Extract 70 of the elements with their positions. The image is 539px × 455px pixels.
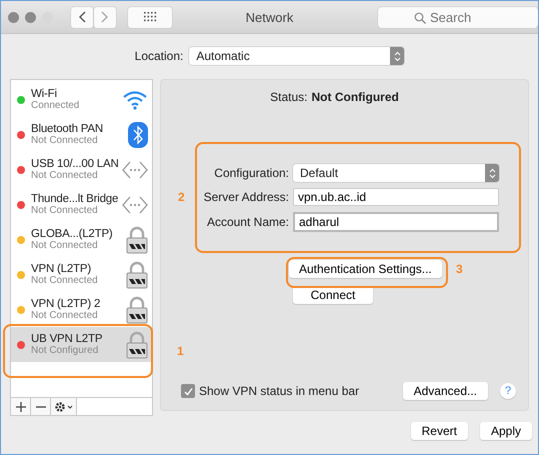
search-icon (414, 12, 426, 24)
service-status: Connected (31, 100, 80, 111)
service-name: VPN (L2TP) (31, 263, 92, 275)
status-value: Not Configured (312, 90, 399, 104)
server-address-field[interactable]: vpn.ub.ac..id (293, 188, 499, 206)
plus-icon (16, 402, 26, 412)
ethernet-icon (122, 160, 148, 178)
service-name: VPN (L2TP) 2 (31, 298, 102, 310)
gear-icon (54, 400, 74, 412)
service-status: Not Connected (31, 240, 99, 251)
service-item[interactable]: USB 10/...00 LAN Not Connected (11, 152, 152, 187)
remove-button[interactable] (31, 398, 51, 415)
service-status: Not Connected (31, 310, 99, 321)
ethernet-icon (122, 196, 148, 214)
padlock-icon (126, 260, 148, 288)
bluetooth-icon (128, 122, 148, 148)
apply-button[interactable]: Apply (480, 422, 532, 440)
service-name: Thunde...lt Bridge (31, 193, 116, 205)
chevron-left-icon (78, 11, 86, 23)
advanced-button[interactable]: Advanced... (402, 382, 488, 400)
service-item[interactable]: GLOBA...(L2TP) Not Connected (11, 222, 152, 257)
annotation-number: 2 (178, 190, 185, 204)
service-status: Not Connected (31, 205, 99, 216)
status-label: Status: (270, 90, 308, 104)
service-item[interactable]: Bluetooth PAN Not Connected (11, 117, 152, 152)
chevron-right-icon (101, 11, 109, 23)
padlock-icon (126, 296, 148, 324)
service-item[interactable]: Thunde...lt Bridge Not Connected (11, 187, 152, 222)
configuration-label: Configuration: (214, 166, 289, 180)
service-name: GLOBA...(L2TP) (31, 228, 114, 240)
add-button[interactable] (11, 398, 31, 415)
service-name: UB VPN L2TP (31, 333, 104, 345)
checkmark-icon (184, 386, 192, 396)
location-label: Location: (134, 49, 184, 63)
service-item[interactable]: UB VPN L2TP Not Configured (11, 327, 152, 362)
annotation-number: 3 (456, 262, 463, 276)
wifi-icon (122, 90, 148, 110)
checkbox-label: Show VPN status in menu bar (199, 384, 360, 398)
service-item[interactable]: VPN (L2TP) 2 Not Connected (11, 292, 152, 327)
search-field[interactable]: Search (378, 6, 538, 28)
account-name-field[interactable]: adharul (293, 212, 499, 232)
revert-button[interactable]: Revert (410, 422, 468, 440)
server-address-label: Server Address: (204, 190, 289, 204)
help-button[interactable]: ? (500, 383, 516, 399)
grid-icon (144, 12, 156, 22)
close-button[interactable] (8, 12, 19, 22)
service-status: Not Configured (31, 345, 100, 356)
service-name: Wi-Fi (31, 88, 58, 100)
configuration-dropdown[interactable]: Default (293, 164, 499, 182)
service-status: Not Connected (31, 135, 99, 146)
annotation-number: 1 (177, 344, 184, 358)
service-status: Not Connected (31, 275, 99, 286)
service-status: Not Connected (31, 170, 99, 181)
service-item[interactable]: VPN (L2TP) Not Connected (11, 257, 152, 292)
authentication-settings-button[interactable]: Authentication Settings... (289, 260, 442, 278)
gear-menu-button[interactable] (51, 398, 77, 415)
location-dropdown[interactable]: Automatic (189, 47, 404, 65)
back-button[interactable] (71, 6, 93, 28)
service-name: USB 10/...00 LAN (31, 158, 116, 170)
padlock-icon (126, 226, 148, 254)
show-all-button[interactable] (128, 6, 172, 28)
account-name-label: Account Name: (206, 215, 289, 229)
minimize-button[interactable] (25, 12, 36, 22)
checkbox[interactable] (181, 384, 195, 398)
stepper-arrows-icon (394, 50, 401, 62)
service-name: Bluetooth PAN (31, 123, 104, 135)
window-title: Network (246, 10, 294, 24)
padlock-icon (126, 330, 148, 358)
service-item[interactable]: Wi-Fi Connected (11, 82, 152, 117)
stepper-arrows-icon (488, 168, 496, 178)
